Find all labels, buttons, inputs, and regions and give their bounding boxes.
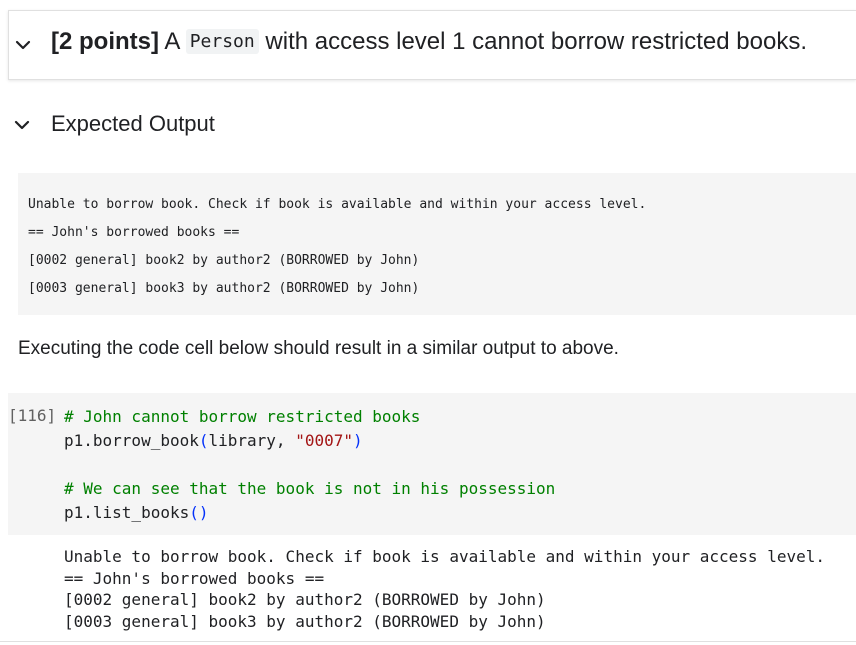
expected-line: [0003 general] book3 by author2 (BORROWE… [28,281,420,296]
code-paren: ( [198,431,209,450]
code-arg: library, [208,431,296,450]
code-call: p1.list_books [64,503,190,522]
section-title: [2 points] A Person with access level 1 … [51,28,807,56]
output-line: == John's borrowed books == [64,568,325,588]
divider [0,641,856,642]
chevron-down-icon[interactable] [11,33,35,57]
cell-output: Unable to borrow book. Check if book is … [64,546,825,632]
output-line: Unable to borrow book. Check if book is … [64,547,825,566]
title-text-post: with access level 1 cannot borrow restri… [258,28,807,55]
chevron-down-icon[interactable] [10,113,34,137]
output-line: [0002 general] book2 by author2 (BORROWE… [64,590,546,609]
code-string: "0007" [295,431,353,450]
code-call: p1.borrow_book [64,431,199,450]
points-label: [2 points] [51,28,159,55]
section-header: [2 points] A Person with access level 1 … [8,10,856,80]
expected-line: [0002 general] book2 by author2 (BORROWE… [28,253,420,268]
code-cell[interactable]: [116] # John cannot borrow restricted bo… [8,393,856,535]
code-paren: ) [353,431,363,450]
expected-output-heading: Expected Output [51,111,215,136]
expected-line: Unable to borrow book. Check if book is … [28,197,647,212]
expected-line: == John's borrowed books == [28,225,240,240]
code-editor[interactable]: # John cannot borrow restricted books p1… [64,405,555,525]
person-code: Person [185,29,259,54]
code-comment: # We can see that the book is not in his… [64,479,556,498]
output-line: [0003 general] book3 by author2 (BORROWE… [64,611,546,631]
code-paren: () [189,503,209,522]
execution-count: [116] [8,406,57,425]
expected-output-block: Unable to borrow book. Check if book is … [18,173,856,315]
title-text-pre: A [159,28,186,55]
code-comment: # John cannot borrow restricted books [64,407,421,426]
instruction-text: Executing the code cell below should res… [18,338,619,359]
